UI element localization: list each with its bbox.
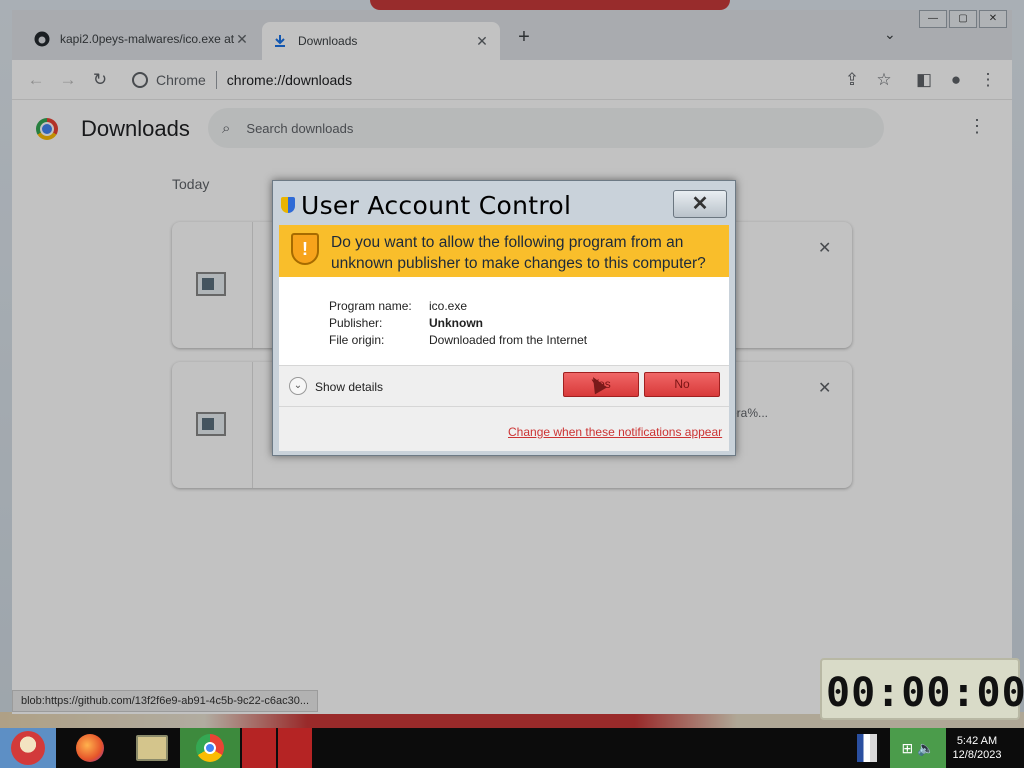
folder-icon [136,735,168,761]
close-button[interactable]: ✕ [673,190,727,218]
taskbar-flag[interactable] [856,728,878,768]
taskbar-time: 5:42 AM [956,735,998,747]
firefox-icon [76,734,104,762]
no-button[interactable]: No [644,372,720,397]
shield-icon [281,197,295,213]
info-key: Program name: [329,299,412,313]
notification-settings-link[interactable]: Change when these notifications appear [508,425,722,439]
taskbar-app[interactable] [278,728,312,768]
flag-icon [857,734,877,762]
uac-titlebar: User Account Control ✕ [273,181,735,223]
volume-icon: 🔈 [917,739,935,756]
warning-shield-icon: ! [291,233,319,265]
warning-banner: ! Do you want to allow the following pro… [279,225,729,277]
taskbar-app[interactable] [242,728,276,768]
info-row: Publisher: Unknown [329,316,587,333]
system-tray[interactable]: ⊞ 🔈 [890,728,946,768]
network-icon: ⊞ [901,739,914,756]
program-info: Program name: ico.exe Publisher: Unknown… [329,299,587,350]
info-key: File origin: [329,333,385,347]
uac-footer: ⌄ Show details Yes No Change when these … [279,366,729,451]
clock-widget: 00:00:00 [820,658,1024,720]
taskbar-chrome[interactable] [180,728,240,768]
start-orb-icon [11,731,45,765]
taskbar-date: 12/8/2023 [952,749,1002,761]
taskbar: ⊞ 🔈 5:42 AM 12/8/2023 [0,728,1024,768]
info-value: Downloaded from the Internet [429,333,588,347]
uac-body: ! Do you want to allow the following pro… [279,225,729,451]
clock-digits: 00:00:00 [826,670,1024,716]
taskbar-clock[interactable]: 5:42 AM 12/8/2023 [946,728,1008,768]
dialog-title: User Account Control [301,191,572,220]
show-details-button[interactable]: Show details [315,380,383,394]
uac-question: Do you want to allow the following progr… [331,234,706,272]
info-row: File origin: Downloaded from the Interne… [329,333,587,350]
uac-dialog: User Account Control ✕ ! Do you want to … [272,180,736,456]
taskbar-file-manager[interactable] [128,728,176,768]
info-value: Unknown [429,316,483,330]
info-key: Publisher: [329,316,383,330]
divider [279,406,729,407]
chrome-icon [196,734,224,762]
info-value: ico.exe [429,299,468,313]
chevron-down-icon[interactable]: ⌄ [289,377,307,395]
taskbar-firefox[interactable] [66,728,114,768]
info-row: Program name: ico.exe [329,299,587,316]
start-button[interactable] [0,728,56,768]
